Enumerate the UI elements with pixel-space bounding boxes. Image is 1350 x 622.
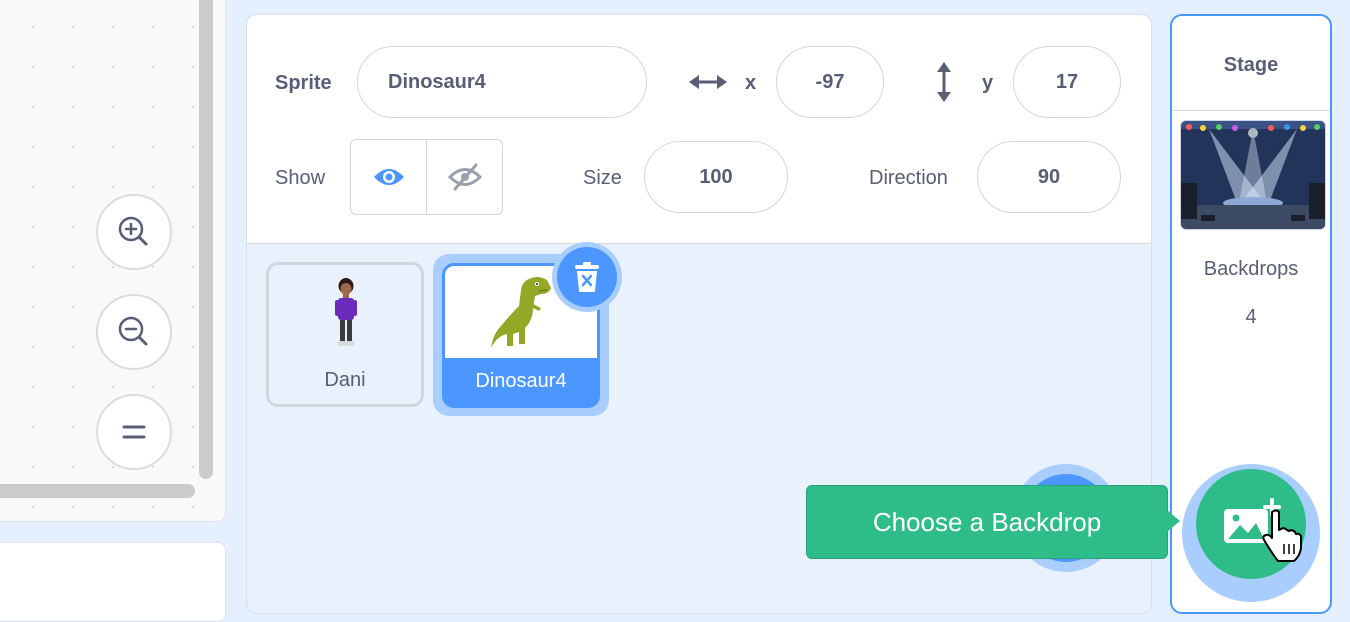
backdrops-count: 4 (1245, 306, 1257, 328)
vertical-scrollbar[interactable] (199, 0, 213, 479)
horizontal-arrows-icon (689, 75, 727, 89)
zoom-in-icon (118, 216, 148, 246)
vertical-arrows-icon (937, 62, 951, 102)
concert-stage-image (1181, 121, 1325, 229)
direction-label: Direction (869, 167, 948, 189)
delete-sprite-button[interactable] (557, 247, 617, 307)
stage-title: Stage (1223, 54, 1279, 76)
zoom-reset-button[interactable] (96, 394, 172, 470)
x-field[interactable]: -97 (776, 46, 884, 118)
sprite-name-field[interactable]: Dinosaur4 (357, 46, 647, 118)
sprite-tile-dani[interactable]: Dani (266, 262, 424, 407)
backdrops-label: Backdrops (1203, 258, 1299, 280)
direction-field[interactable]: 90 (977, 141, 1121, 213)
size-label: Size (583, 167, 622, 189)
sprite-tile-name: Dinosaur4 (475, 370, 567, 392)
y-field[interactable]: 17 (1013, 46, 1121, 118)
pointer-cursor-icon (1262, 509, 1302, 562)
trash-icon (575, 262, 599, 292)
show-label: Show (275, 167, 326, 189)
zoom-out-button[interactable] (96, 294, 172, 370)
choose-backdrop-tooltip: Choose a Backdrop (806, 485, 1168, 559)
zoom-reset-icon (122, 425, 146, 439)
sprite-info-panel: Sprite Dinosaur4 x -97 y 17 Show Size 10… (247, 15, 1151, 244)
sprite-label: Sprite (275, 72, 332, 94)
show-visible-button[interactable] (350, 139, 427, 215)
zoom-in-button[interactable] (96, 194, 172, 270)
size-field[interactable]: 100 (644, 141, 788, 213)
eye-icon (373, 169, 404, 185)
eye-hidden-icon (447, 163, 482, 191)
x-label: x (745, 72, 757, 94)
dinosaur-sprite-thumbnail (491, 277, 551, 348)
horizontal-scrollbar[interactable] (0, 484, 195, 498)
tooltip-arrow (1167, 510, 1180, 532)
sprite-tile-name: Dani (324, 369, 366, 391)
backdrop-thumbnail[interactable] (1180, 120, 1326, 230)
y-label: y (982, 72, 994, 94)
stage-header: Stage (1172, 16, 1330, 111)
zoom-out-icon (118, 316, 148, 346)
show-hidden-button[interactable] (426, 139, 503, 215)
bottom-panel (0, 542, 226, 622)
dani-sprite-thumbnail (335, 278, 357, 346)
